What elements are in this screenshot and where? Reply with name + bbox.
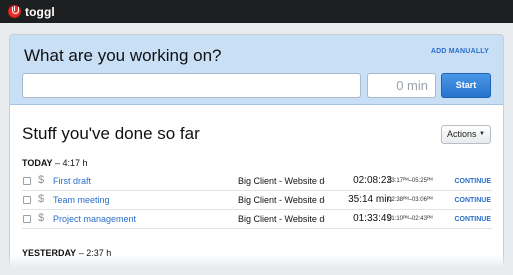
billable-dollar-icon[interactable]: $ bbox=[38, 174, 44, 186]
day-header-today: TODAY – 4:17 h bbox=[22, 158, 88, 168]
day-total: – 4:17 h bbox=[55, 158, 88, 168]
entry-duration[interactable]: 02:08:23 bbox=[353, 175, 392, 186]
row-checkbox[interactable] bbox=[23, 177, 31, 185]
time-entry-row[interactable]: $ Project management Big Client - Websit… bbox=[22, 210, 492, 229]
bottom-fade bbox=[0, 255, 513, 275]
entry-project[interactable]: Big Client - Website dev bbox=[238, 214, 325, 224]
description-input[interactable] bbox=[22, 73, 361, 98]
start-button[interactable]: Start bbox=[441, 73, 491, 98]
entry-title: What are you working on? bbox=[24, 46, 222, 65]
power-icon bbox=[8, 5, 21, 18]
main-panel: What are you working on? ADD MANUALLY 0 … bbox=[9, 34, 504, 275]
entry-time-range[interactable]: 02:38ᴾᴹ–03:06ᴾᴹ bbox=[388, 197, 433, 203]
entry-description[interactable]: Project management bbox=[53, 214, 136, 224]
actions-label: Actions bbox=[447, 129, 477, 139]
billable-dollar-icon[interactable]: $ bbox=[38, 193, 44, 205]
entry-duration[interactable]: 01:33:49 bbox=[353, 213, 392, 224]
timer-entry-box: What are you working on? ADD MANUALLY 0 … bbox=[10, 35, 503, 105]
time-entry-row[interactable]: $ Team meeting Big Client - Website dev … bbox=[22, 191, 492, 210]
continue-link[interactable]: CONTINUE bbox=[454, 197, 491, 204]
time-entry-row[interactable]: $ First draft Big Client - Website dev 0… bbox=[22, 172, 492, 191]
add-manually-link[interactable]: ADD MANUALLY bbox=[431, 48, 489, 55]
entry-time-range[interactable]: 01:10ᴾᴹ–02:43ᴾᴹ bbox=[388, 216, 433, 222]
continue-link[interactable]: CONTINUE bbox=[454, 178, 491, 185]
entry-project[interactable]: Big Client - Website dev bbox=[238, 176, 325, 186]
continue-link[interactable]: CONTINUE bbox=[454, 216, 491, 223]
entry-description[interactable]: Team meeting bbox=[53, 195, 110, 205]
entry-description[interactable]: First draft bbox=[53, 176, 91, 186]
entry-project[interactable]: Big Client - Website dev bbox=[238, 195, 325, 205]
row-checkbox[interactable] bbox=[23, 215, 31, 223]
section-title: Stuff you've done so far bbox=[22, 124, 200, 143]
toggl-logo[interactable]: toggl bbox=[8, 4, 55, 19]
row-checkbox[interactable] bbox=[23, 196, 31, 204]
top-bar: toggl bbox=[0, 0, 513, 23]
entry-duration[interactable]: 35:14 min bbox=[348, 194, 392, 205]
caret-down-icon: ▼ bbox=[479, 131, 485, 137]
billable-dollar-icon[interactable]: $ bbox=[38, 212, 44, 224]
entry-time-range[interactable]: 03:17ᴾᴹ–05:25ᴾᴹ bbox=[388, 178, 433, 184]
minutes-input[interactable]: 0 min bbox=[367, 73, 436, 98]
logo-text: toggl bbox=[25, 4, 55, 19]
day-label: TODAY bbox=[22, 158, 53, 168]
actions-dropdown[interactable]: Actions ▼ bbox=[441, 125, 491, 144]
